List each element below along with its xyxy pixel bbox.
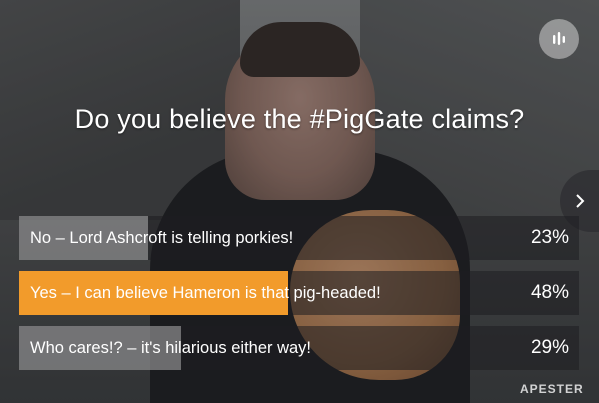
answer-option[interactable]: Yes – I can believe Hameron is that pig-… [19,271,579,315]
answer-percent: 23% [530,227,569,248]
answer-option[interactable]: Who cares!? – it's hilarious either way!… [19,326,579,370]
answer-percent: 29% [530,337,569,358]
bar-chart-icon [553,32,565,45]
stats-button[interactable] [539,19,579,59]
answer-label: Yes – I can believe Hameron is that pig-… [30,284,381,302]
answer-option[interactable]: No – Lord Ashcroft is telling porkies! 2… [19,216,579,260]
answer-label: Who cares!? – it's hilarious either way! [30,339,312,357]
apester-logo[interactable]: APESTER [520,382,584,396]
chevron-right-icon [575,194,584,208]
answer-list: No – Lord Ashcroft is telling porkies! 2… [19,216,579,381]
answer-label: No – Lord Ashcroft is telling porkies! [30,229,294,247]
poll-question: Do you believe the #PigGate claims? [74,104,525,134]
answer-percent: 48% [530,282,569,303]
